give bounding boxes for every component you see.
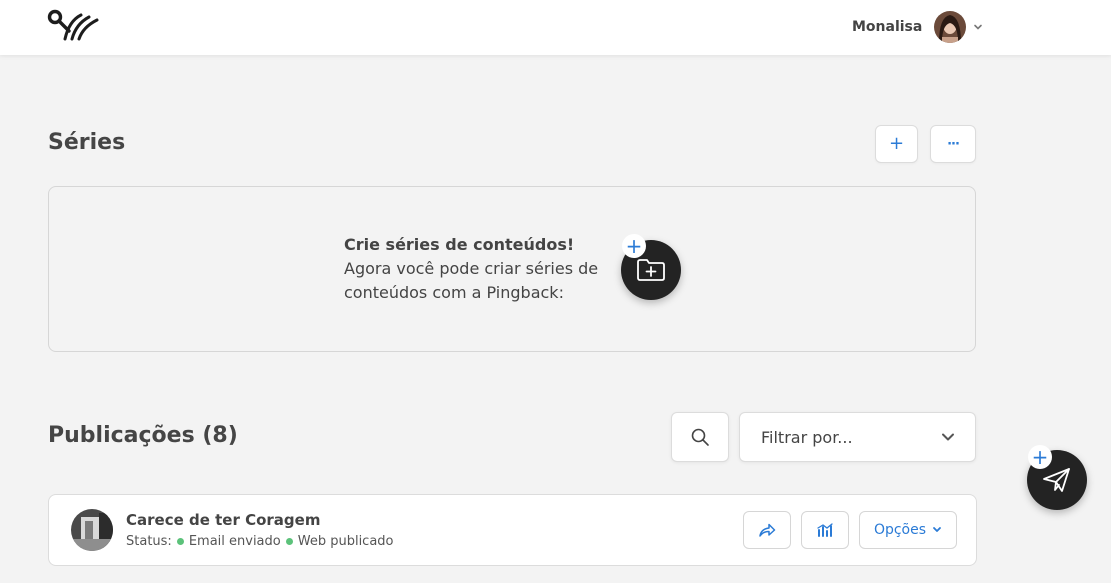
user-menu[interactable]: Monalisa xyxy=(852,10,983,44)
search-icon xyxy=(691,428,709,446)
options-label: Opções xyxy=(873,522,927,538)
chevron-down-icon xyxy=(942,433,954,441)
publications-title: Publicações (8) xyxy=(48,423,238,448)
chevron-down-icon xyxy=(933,527,941,532)
filter-selected-value: Filtrar por... xyxy=(761,427,853,447)
publication-row[interactable]: Carece de ter Coragem Status: Email envi… xyxy=(48,494,977,566)
user-name[interactable]: Monalisa xyxy=(852,19,922,35)
options-button[interactable]: Opções xyxy=(859,511,957,549)
chevron-down-icon[interactable] xyxy=(973,22,983,32)
pingback-logo-icon[interactable] xyxy=(47,9,101,41)
status-dot xyxy=(285,538,293,545)
bar-chart-icon xyxy=(817,523,833,537)
share-icon xyxy=(759,523,776,537)
series-promo-text: Crie séries de conteúdos! Agora você pod… xyxy=(344,233,619,305)
user-avatar[interactable] xyxy=(934,11,967,43)
stats-button[interactable] xyxy=(801,511,849,549)
publication-title[interactable]: Carece de ter Coragem xyxy=(126,511,320,529)
top-bar: Monalisa xyxy=(0,0,1111,55)
more-icon: ··· xyxy=(947,136,960,152)
series-title: Séries xyxy=(48,130,126,155)
share-button[interactable] xyxy=(743,511,791,549)
add-series-button[interactable]: + xyxy=(875,125,918,163)
publication-thumbnail xyxy=(71,509,113,551)
search-button[interactable] xyxy=(671,412,729,462)
series-more-button[interactable]: ··· xyxy=(930,125,976,163)
status-web: Web publicado xyxy=(297,534,394,549)
folder-plus-icon xyxy=(637,259,665,281)
plus-badge-icon: + xyxy=(1028,445,1052,469)
status-email: Email enviado xyxy=(188,534,281,549)
promo-heading: Crie séries de conteúdos! xyxy=(344,235,575,254)
promo-body: Agora você pode criar séries de conteúdo… xyxy=(344,259,599,302)
status-label: Status: xyxy=(126,534,172,549)
paper-plane-icon xyxy=(1043,468,1070,492)
plus-icon: + xyxy=(888,133,905,154)
series-empty-state: Crie séries de conteúdos! Agora você pod… xyxy=(48,186,976,352)
status-dot xyxy=(176,538,184,545)
filter-select[interactable]: Filtrar por... xyxy=(739,412,976,462)
plus-badge-icon: + xyxy=(622,234,646,258)
publication-status: Status: Email enviado Web publicado xyxy=(126,534,394,549)
